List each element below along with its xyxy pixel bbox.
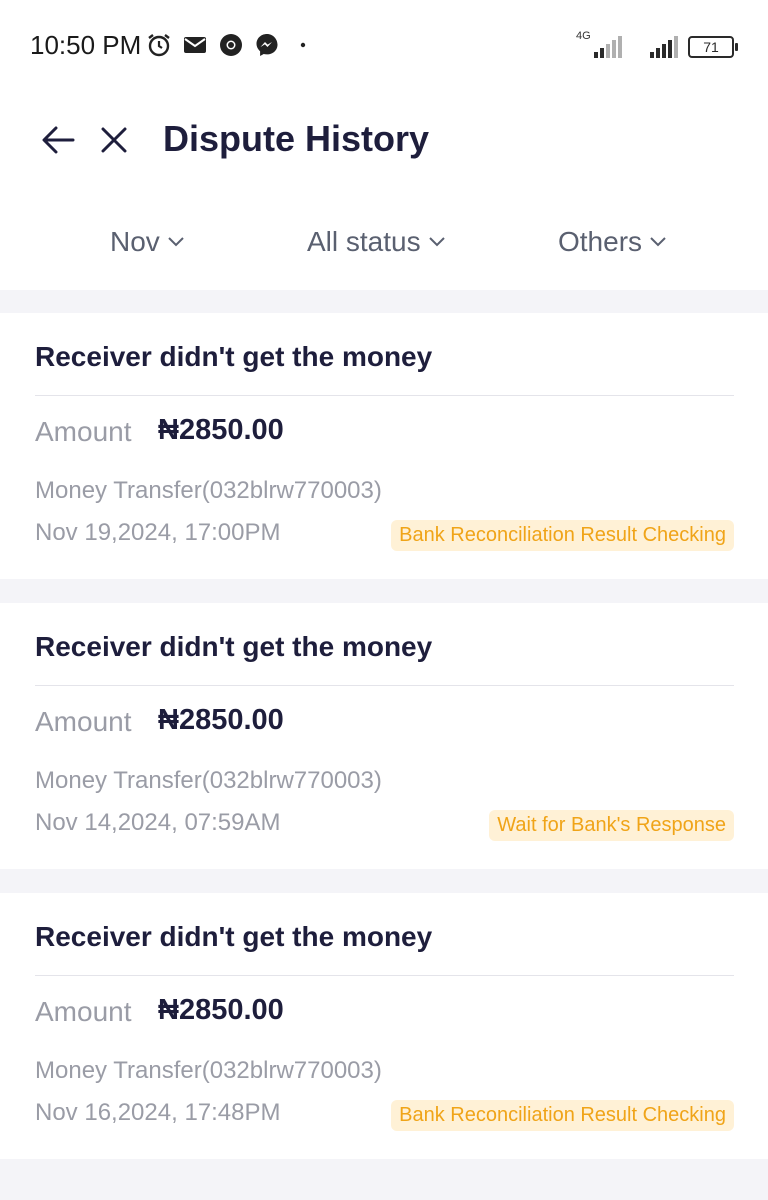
messenger-icon [254, 32, 280, 58]
transaction-description: Money Transfer(032blrw770003) [35, 1057, 382, 1084]
app-header: Dispute History [0, 100, 768, 180]
amount-label: Amount [35, 416, 132, 447]
close-icon [101, 127, 127, 153]
transaction-description: Money Transfer(032blrw770003) [35, 477, 382, 504]
transaction-date: Nov 16,2024, 17:48PM [35, 1099, 281, 1126]
notification-icons [146, 32, 316, 58]
amount-value: ₦2850.00 [158, 704, 284, 736]
dot-icon [290, 32, 316, 58]
amount-value: ₦2850.00 [158, 994, 284, 1026]
back-button[interactable] [38, 120, 78, 160]
page-title: Dispute History [163, 118, 430, 159]
divider [35, 395, 734, 396]
system-icons: 4G 71 [576, 30, 738, 58]
others-filter[interactable]: Others [558, 226, 668, 258]
dispute-title: Receiver didn't get the money [35, 631, 433, 662]
signal-icon [632, 32, 678, 58]
status-filter-label: All status [307, 226, 421, 257]
dispute-card[interactable]: Receiver didn't get the money Amount ₦28… [0, 313, 768, 579]
transaction-description: Money Transfer(032blrw770003) [35, 767, 382, 794]
alarm-icon [146, 32, 172, 58]
network-label: 4G [576, 30, 591, 42]
dispute-card[interactable]: Receiver didn't get the money Amount ₦28… [0, 603, 768, 869]
month-filter-label: Nov [110, 226, 160, 257]
battery-icon: 71 [688, 36, 738, 58]
dispute-title: Receiver didn't get the money [35, 921, 433, 952]
others-filter-label: Others [558, 226, 643, 257]
status-filter[interactable]: All status [307, 226, 447, 258]
amount-value: ₦2850.00 [158, 414, 284, 446]
dispute-card[interactable]: Receiver didn't get the money Amount ₦28… [0, 893, 768, 1159]
month-filter[interactable]: Nov [110, 226, 186, 258]
chevron-down-icon [166, 232, 186, 252]
status-bar: 10:50 PM 4G 71 [0, 0, 768, 90]
chrome-icon [218, 32, 244, 58]
arrow-left-icon [42, 126, 75, 154]
status-badge: Bank Reconciliation Result Checking [391, 1100, 734, 1131]
dispute-title: Receiver didn't get the money [35, 341, 433, 372]
amount-label: Amount [35, 706, 132, 737]
mail-icon [182, 32, 208, 58]
status-badge: Wait for Bank's Response [489, 810, 734, 841]
transaction-date: Nov 19,2024, 17:00PM [35, 519, 281, 546]
amount-label: Amount [35, 996, 132, 1027]
status-time: 10:50 PM [30, 30, 142, 60]
status-badge: Bank Reconciliation Result Checking [391, 520, 734, 551]
filter-bar: Nov All status Others [0, 218, 768, 272]
chevron-down-icon [648, 232, 668, 252]
divider [35, 685, 734, 686]
chevron-down-icon [427, 232, 447, 252]
signal-4g-icon: 4G [576, 30, 622, 58]
transaction-date: Nov 14,2024, 07:59AM [35, 809, 281, 836]
close-button[interactable] [94, 120, 134, 160]
divider [35, 975, 734, 976]
battery-level: 71 [703, 39, 719, 55]
